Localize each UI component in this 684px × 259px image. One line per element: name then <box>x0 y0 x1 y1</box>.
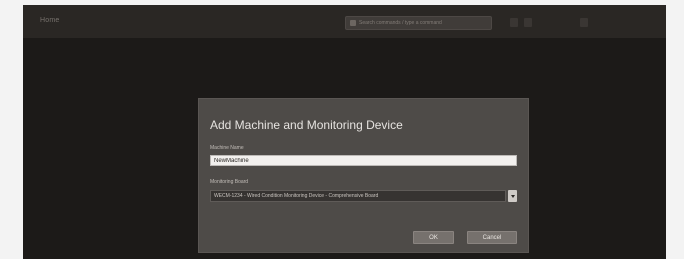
machine-name-input[interactable] <box>210 155 517 166</box>
top-bar: Home Search commands / type a command <box>23 5 666 38</box>
command-search-text: Search commands / type a command <box>359 20 442 26</box>
dialog-title: Add Machine and Monitoring Device <box>210 118 403 132</box>
toolbar-button-2[interactable] <box>524 18 532 27</box>
toolbar-button-3[interactable] <box>580 18 588 27</box>
chevron-down-icon <box>510 194 515 198</box>
application-window: Home Search commands / type a command Ad… <box>23 5 666 259</box>
monitoring-board-select[interactable]: WECM-1234 - Wired Condition Monitoring D… <box>210 190 506 202</box>
ok-button[interactable]: OK <box>413 231 454 244</box>
search-icon <box>350 20 356 26</box>
add-machine-dialog: Add Machine and Monitoring Device Machin… <box>198 98 529 253</box>
command-search-box[interactable]: Search commands / type a command <box>345 16 492 30</box>
monitoring-board-dropdown-button[interactable] <box>508 190 517 202</box>
toolbar-button-1[interactable] <box>510 18 518 27</box>
machine-name-label: Machine Name <box>210 145 244 151</box>
monitoring-board-label: Monitoring Board <box>210 179 249 185</box>
app-title: Home <box>40 17 60 24</box>
monitoring-board-selected: WECM-1234 - Wired Condition Monitoring D… <box>214 193 379 199</box>
cancel-button[interactable]: Cancel <box>467 231 517 244</box>
